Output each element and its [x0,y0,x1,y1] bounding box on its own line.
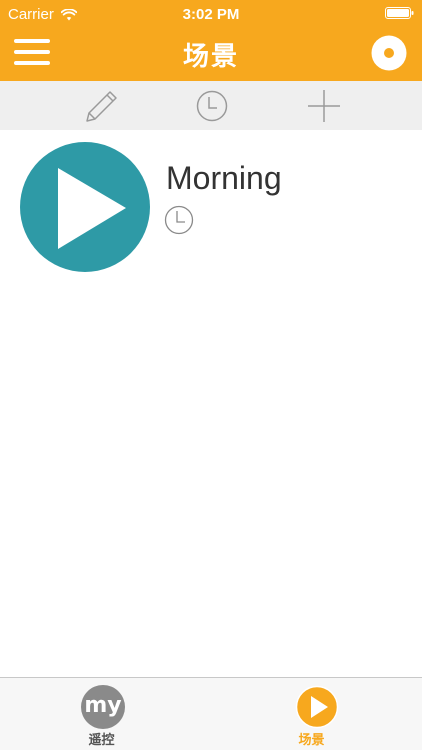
hamburger-menu-icon[interactable] [14,38,50,66]
tab-scenes[interactable]: 场景 [211,678,422,751]
top-bar: Carrier 3:02 PM 场景 [0,0,422,81]
status-bar: Carrier 3:02 PM [0,0,422,30]
tab-bar: my 遥控 场景 [0,677,422,750]
tab-label-scenes: 场景 [298,732,325,747]
battery-icon [385,7,414,19]
toolbar [0,81,422,130]
clock-icon[interactable] [164,205,194,235]
my-logo-text: my [84,693,121,718]
status-time: 3:02 PM [182,6,240,23]
play-icon [295,685,339,729]
list-item[interactable]: Morning [0,130,422,280]
record-icon[interactable] [371,35,407,71]
scene-list: Morning [0,130,422,677]
tab-remote[interactable]: my 遥控 [0,678,211,751]
plus-icon[interactable] [305,87,343,125]
page-title: 场景 [182,41,239,71]
play-icon[interactable] [20,142,150,272]
my-logo-icon: my [81,685,125,729]
scene-name: Morning [166,160,282,196]
nav-bar: 场景 [0,30,422,81]
clock-icon[interactable] [193,87,231,125]
pencil-icon[interactable] [81,87,119,125]
tab-label-remote: 遥控 [88,732,115,747]
